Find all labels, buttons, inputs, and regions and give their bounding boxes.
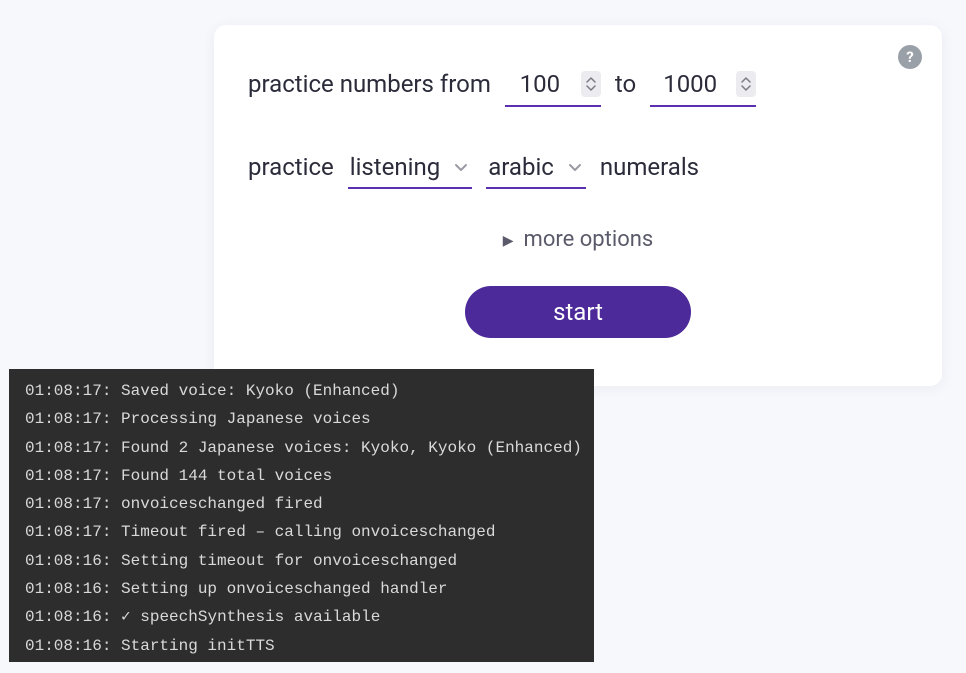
range-to-stepper[interactable] <box>736 71 756 97</box>
mode-label-prefix: practice <box>248 153 334 181</box>
mode-label-suffix: numerals <box>600 153 699 181</box>
range-to-input[interactable] <box>650 69 730 99</box>
chevron-down-icon <box>566 158 584 176</box>
mode-row: practice listening arabic numerals <box>248 149 908 189</box>
chevron-down-icon <box>741 85 751 91</box>
log-line: 01:08:17: Processing Japanese voices <box>25 405 578 433</box>
more-options-label: more options <box>524 227 654 252</box>
log-line: 01:08:17: onvoiceschanged fired <box>25 490 578 518</box>
start-button[interactable]: start <box>465 286 691 338</box>
log-line: 01:08:17: Found 144 total voices <box>25 462 578 490</box>
chevron-down-icon <box>586 85 596 91</box>
practice-type-select[interactable]: listening <box>348 149 472 189</box>
practice-type-value: listening <box>350 153 440 181</box>
range-label-to: to <box>615 70 636 98</box>
log-line: 01:08:16: Setting up onvoiceschanged han… <box>25 575 578 603</box>
chevron-up-icon <box>741 77 751 83</box>
range-from-field[interactable] <box>505 65 601 107</box>
range-to-field[interactable] <box>650 65 756 107</box>
help-icon: ? <box>906 48 913 66</box>
range-label-prefix: practice numbers from <box>248 70 491 98</box>
log-line: 01:08:17: Timeout fired – calling onvoic… <box>25 518 578 546</box>
range-row: practice numbers from to <box>248 65 908 107</box>
debug-console: 01:08:17: Saved voice: Kyoko (Enhanced)0… <box>9 369 594 662</box>
log-line: 01:08:16: ✓ speechSynthesis available <box>25 603 578 631</box>
chevron-down-icon <box>452 158 470 176</box>
log-line: 01:08:17: Saved voice: Kyoko (Enhanced) <box>25 377 578 405</box>
log-line: 01:08:16: Starting initTTS <box>25 632 578 660</box>
chevron-up-icon <box>586 77 596 83</box>
log-line: 01:08:16: Setting timeout for onvoicesch… <box>25 547 578 575</box>
range-from-stepper[interactable] <box>581 71 601 97</box>
settings-card: ? practice numbers from to practice list… <box>214 25 942 386</box>
triangle-right-icon: ▶ <box>503 233 514 249</box>
more-options-row: ▶ more options <box>248 227 908 252</box>
more-options-toggle[interactable]: ▶ more options <box>503 227 654 252</box>
log-line: 01:08:17: Found 2 Japanese voices: Kyoko… <box>25 434 578 462</box>
help-button[interactable]: ? <box>898 45 922 69</box>
numeral-system-value: arabic <box>488 153 554 181</box>
numeral-system-select[interactable]: arabic <box>486 149 586 189</box>
start-row: start <box>248 286 908 338</box>
range-from-input[interactable] <box>505 69 575 99</box>
